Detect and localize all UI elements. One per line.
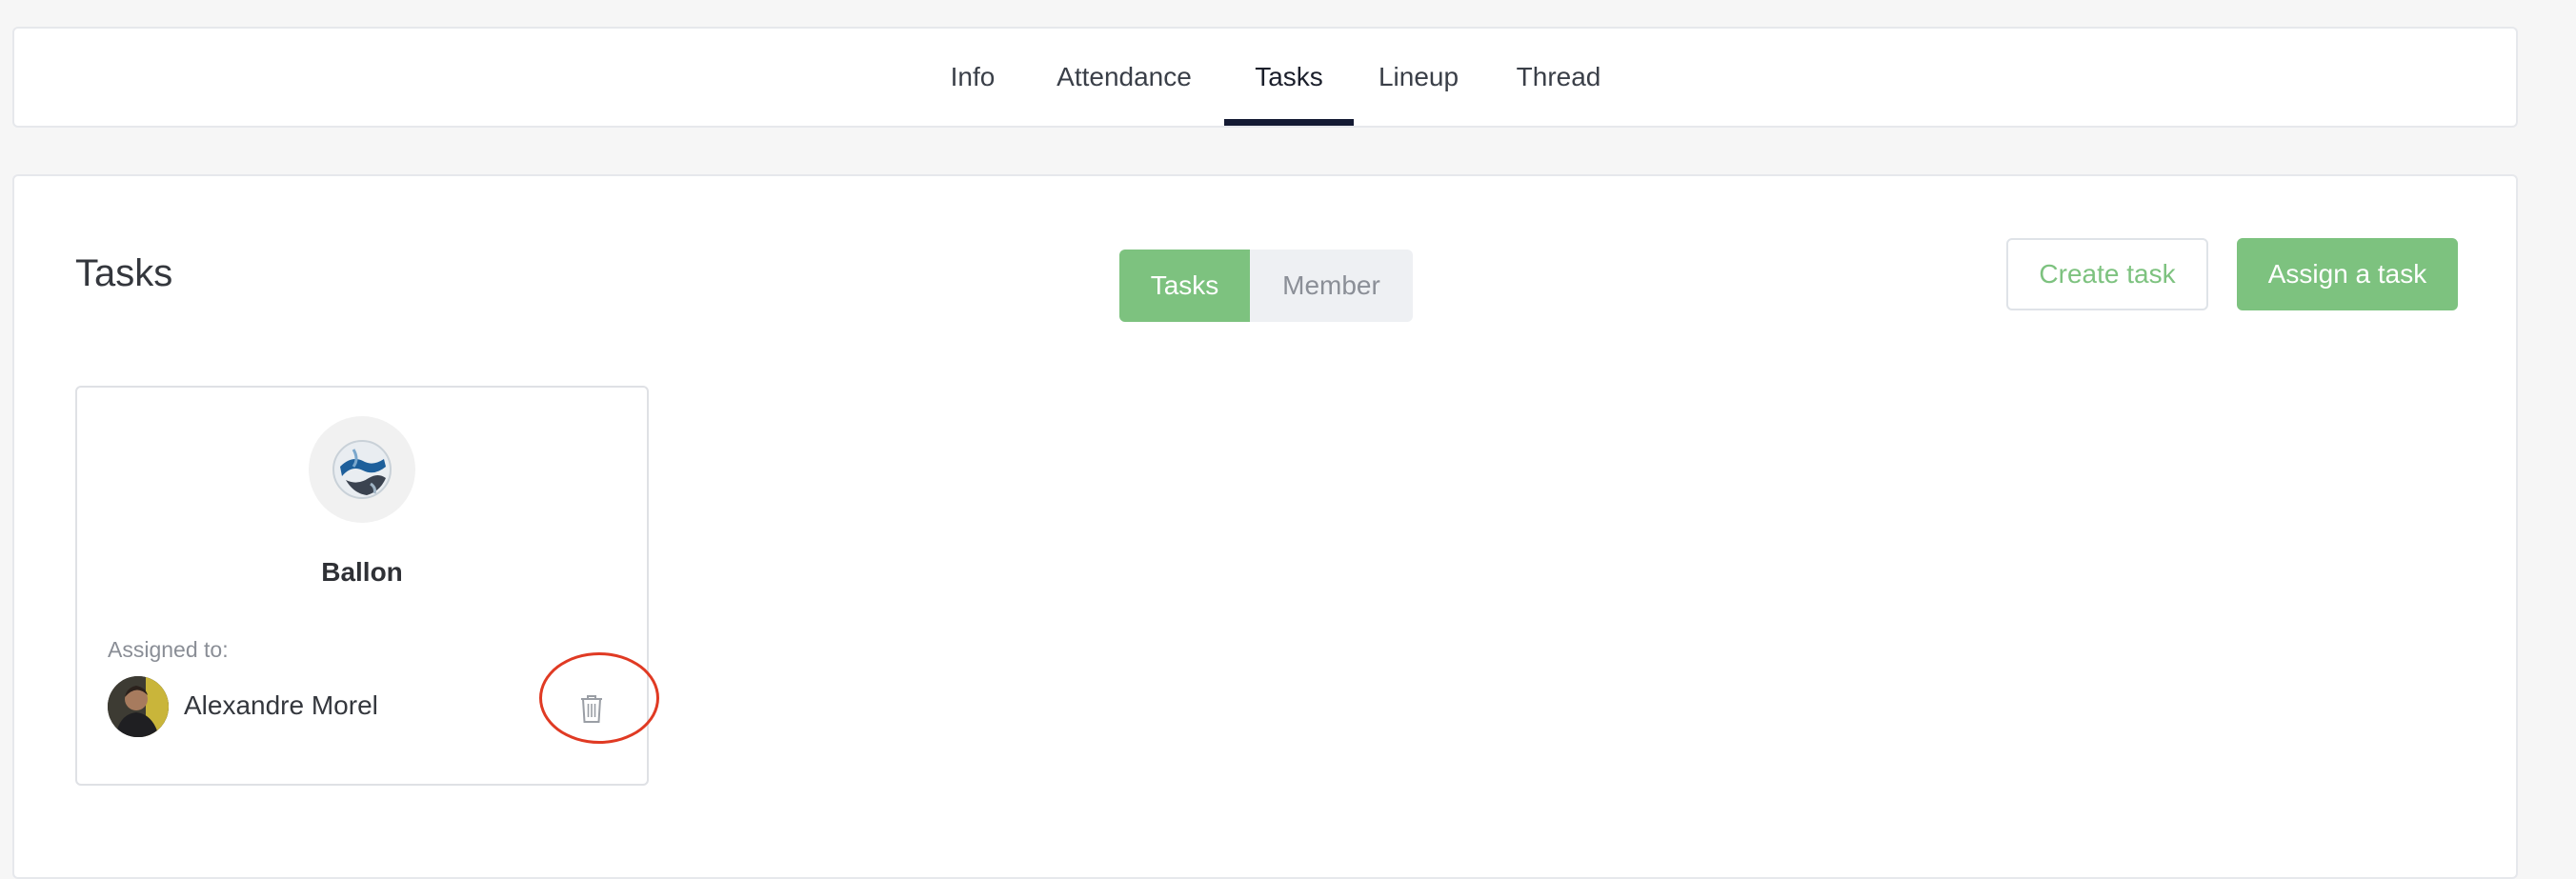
assign-task-button[interactable]: Assign a task [2237,238,2458,310]
tab-info[interactable]: Info [936,29,1009,126]
avatar [108,676,169,737]
task-name: Ballon [321,557,403,587]
active-tab-indicator [1224,119,1354,126]
person-photo-icon [108,676,169,737]
page-title: Tasks [75,252,173,294]
assigned-to-label: Assigned to: [108,637,229,662]
tab-attendance[interactable]: Attendance [1043,29,1205,126]
create-task-button[interactable]: Create task [2006,238,2208,310]
soccer-ball-icon [332,440,392,499]
tab-thread[interactable]: Thread [1506,29,1611,126]
soccer-ball-image [309,416,415,523]
assignee-name: Alexandre Morel [184,690,378,720]
view-toggle: Tasks Member [1119,250,1413,322]
tab-bar: Info Attendance Tasks Lineup Thread [12,27,2518,128]
annotation-circle [539,652,659,744]
toggle-tasks-button[interactable]: Tasks [1119,250,1250,322]
tasks-panel: Tasks Tasks Member Create task Assign a … [12,174,2518,879]
tab-tasks[interactable]: Tasks [1224,29,1354,126]
toggle-member-button[interactable]: Member [1250,250,1413,322]
tab-lineup[interactable]: Lineup [1367,29,1470,126]
